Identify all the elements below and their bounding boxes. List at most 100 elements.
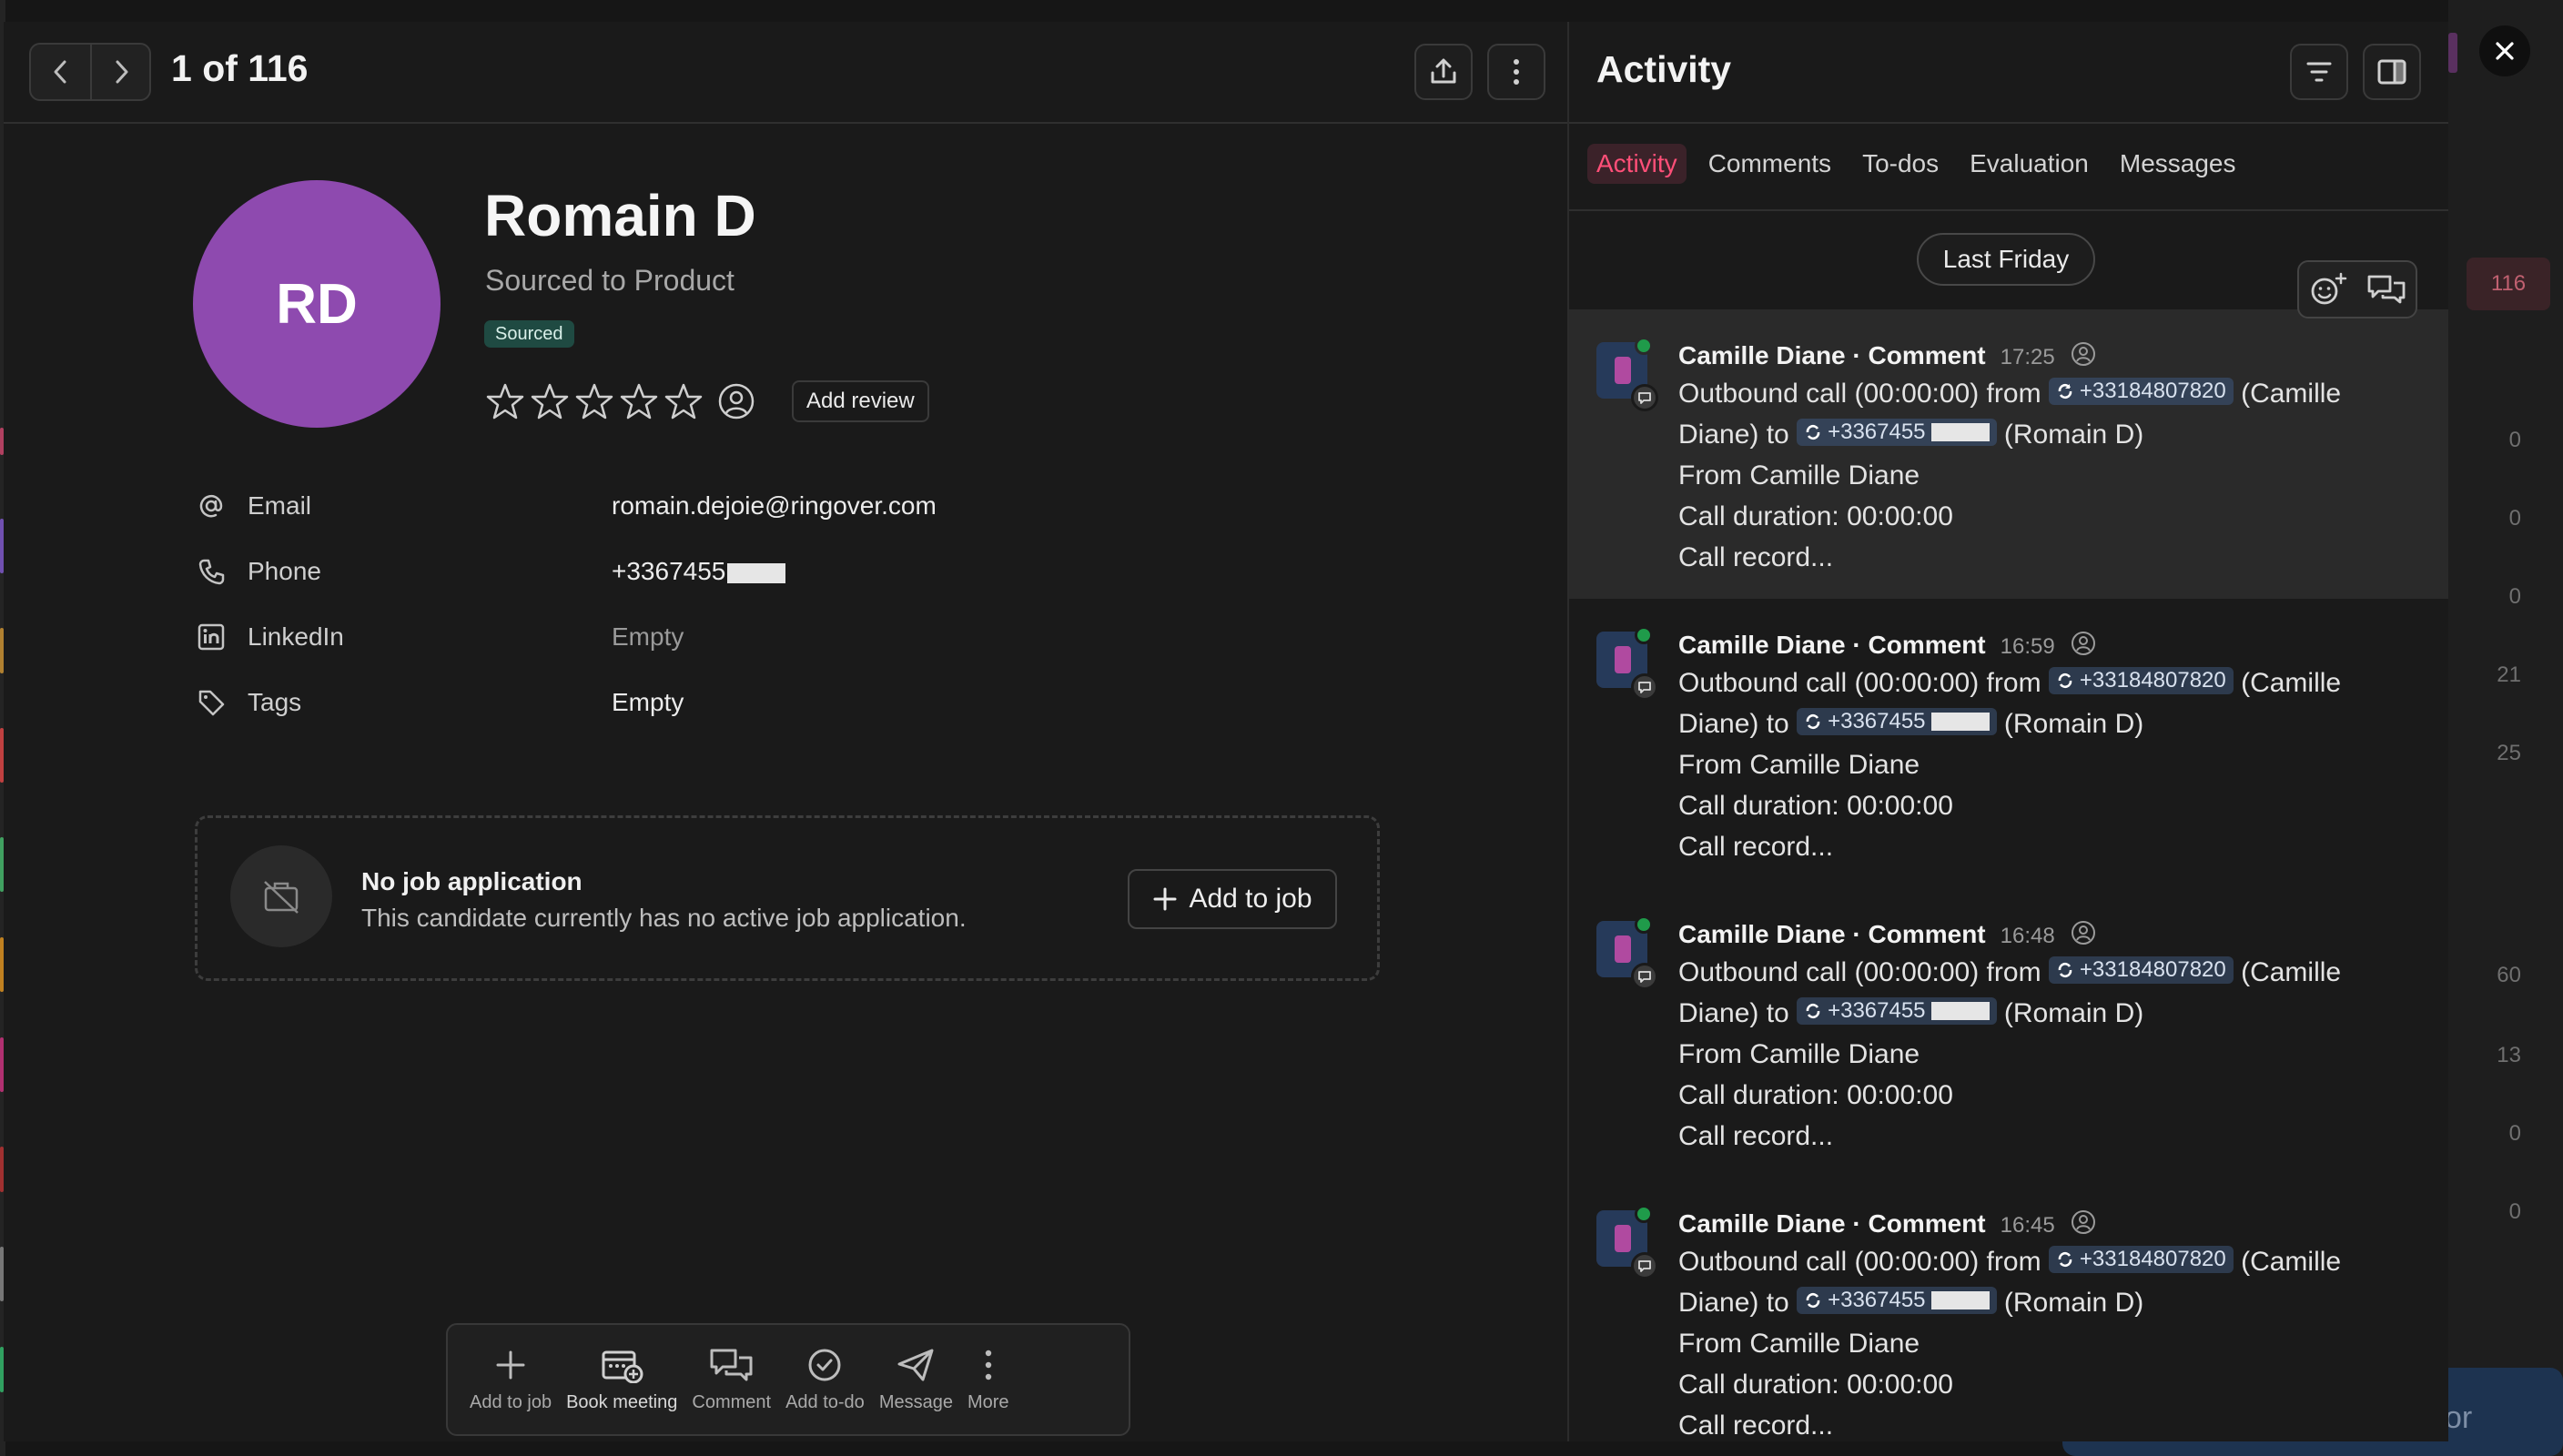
previous-button[interactable] bbox=[31, 45, 90, 99]
star-icon[interactable] bbox=[663, 380, 704, 422]
toolbar-label: Book meeting bbox=[566, 1391, 678, 1412]
toolbar-message[interactable]: Message bbox=[872, 1334, 960, 1425]
sync-icon bbox=[2058, 962, 2072, 978]
more-options-button[interactable] bbox=[1487, 44, 1545, 100]
star-icon[interactable] bbox=[484, 380, 526, 422]
job-empty-description: This candidate currently has no active j… bbox=[361, 904, 967, 932]
tab-comments[interactable]: Comments bbox=[1699, 144, 1840, 184]
phone-icon bbox=[197, 557, 229, 586]
toolbar-book-meeting[interactable]: Book meeting bbox=[559, 1334, 684, 1425]
visibility-icon bbox=[2071, 921, 2095, 945]
toggle-panel-button[interactable] bbox=[2363, 44, 2421, 100]
record-navigation bbox=[29, 43, 151, 101]
phone-chip[interactable]: +33184807820 bbox=[2048, 956, 2234, 984]
toolbar-comment[interactable]: Comment bbox=[684, 1334, 778, 1425]
visibility-icon bbox=[2071, 342, 2095, 366]
author-avatar bbox=[1596, 626, 1658, 701]
field-label: Phone bbox=[248, 557, 321, 585]
toolbar-add-todo[interactable]: Add to-do bbox=[778, 1334, 872, 1425]
entry-body: Outbound call (00:00:00) from +331848078… bbox=[1678, 1246, 2342, 1441]
phone-chip[interactable]: +3367455 bbox=[1797, 708, 1997, 735]
star-icon[interactable] bbox=[618, 380, 660, 422]
sync-icon bbox=[1806, 1003, 1820, 1019]
activity-entry[interactable]: Camille Diane · Comment 16:48 Outbound c… bbox=[1569, 888, 2448, 1178]
phone-chip[interactable]: +33184807820 bbox=[2048, 667, 2234, 694]
plus-icon bbox=[496, 1350, 525, 1379]
toolbar-more[interactable]: More bbox=[960, 1334, 1017, 1425]
linkedin-icon bbox=[197, 622, 229, 652]
field-tags: Tags Empty bbox=[197, 684, 1471, 721]
author-avatar bbox=[1596, 915, 1658, 990]
online-indicator bbox=[1635, 1205, 1653, 1223]
background-number: 0 bbox=[2508, 584, 2521, 609]
activity-entry[interactable]: Camille Diane · Comment 16:45 Outbound c… bbox=[1569, 1178, 2448, 1441]
star-icon[interactable] bbox=[573, 380, 615, 422]
phone-chip[interactable]: +3367455 bbox=[1797, 1287, 1997, 1314]
share-button[interactable] bbox=[1414, 44, 1473, 100]
close-button[interactable] bbox=[2479, 25, 2530, 76]
activity-entry[interactable]: Camille Diane · Comment 16:59 Outbound c… bbox=[1569, 599, 2448, 888]
tags-value[interactable]: Empty bbox=[612, 688, 684, 717]
record-counter: 1 of 116 bbox=[171, 47, 309, 89]
tab-activity[interactable]: Activity bbox=[1587, 144, 1687, 184]
star-icon[interactable] bbox=[529, 380, 571, 422]
rating-stars bbox=[484, 380, 764, 422]
toolbar-label: Add to job bbox=[470, 1391, 552, 1412]
chevron-left-icon bbox=[54, 60, 66, 84]
job-empty-title: No job application bbox=[361, 867, 582, 895]
filter-button[interactable] bbox=[2290, 44, 2348, 100]
sync-icon bbox=[2058, 672, 2072, 689]
add-review-button[interactable]: Add review bbox=[792, 380, 929, 422]
activity-title: Activity bbox=[1596, 48, 1732, 90]
sync-icon bbox=[2058, 383, 2072, 399]
tabs-divider bbox=[1569, 209, 2448, 211]
send-icon bbox=[897, 1349, 934, 1380]
entry-time: 16:48 bbox=[2000, 924, 2055, 948]
more-vertical-icon bbox=[1514, 59, 1519, 85]
entry-body: Outbound call (00:00:00) from +331848078… bbox=[1678, 956, 2342, 1151]
entry-author: Camille Diane · Comment bbox=[1678, 631, 1986, 659]
toolbar-label: Comment bbox=[692, 1391, 772, 1412]
filter-icon bbox=[2306, 62, 2332, 82]
background-number: 21 bbox=[2497, 662, 2521, 687]
field-label: LinkedIn bbox=[248, 622, 344, 651]
linkedin-value[interactable]: Empty bbox=[612, 622, 684, 652]
entry-time: 16:45 bbox=[2000, 1213, 2055, 1238]
toolbar-label: More bbox=[967, 1391, 1009, 1412]
reply-button[interactable] bbox=[2366, 271, 2406, 308]
tab-messages[interactable]: Messages bbox=[2111, 144, 2245, 184]
tab-todos[interactable]: To-dos bbox=[1853, 144, 1948, 184]
entry-body: Outbound call (00:00:00) from +331848078… bbox=[1678, 378, 2342, 572]
comment-type-icon bbox=[1631, 384, 1658, 411]
online-indicator bbox=[1635, 337, 1653, 355]
email-value[interactable]: romain.dejoie@ringover.com bbox=[612, 491, 937, 521]
field-phone: Phone +3367455 bbox=[197, 553, 1471, 590]
toolbar-label: Add to-do bbox=[785, 1391, 865, 1412]
tag-icon bbox=[197, 688, 229, 717]
phone-chip[interactable]: +33184807820 bbox=[2048, 378, 2234, 405]
background-number: 0 bbox=[2508, 428, 2521, 452]
phone-chip[interactable]: +3367455 bbox=[1797, 997, 1997, 1025]
tab-evaluation[interactable]: Evaluation bbox=[1960, 144, 2098, 184]
activity-entry[interactable]: Camille Diane · Comment 17:25 Outbound c… bbox=[1569, 309, 2448, 599]
toolbar-add-to-job[interactable]: Add to job bbox=[462, 1334, 559, 1425]
phone-chip[interactable]: +3367455 bbox=[1797, 419, 1997, 446]
add-reaction-button[interactable] bbox=[2308, 271, 2348, 308]
sync-icon bbox=[1806, 424, 1820, 440]
plus-icon bbox=[1153, 887, 1177, 911]
candidate-subtitle: Sourced to Product bbox=[485, 264, 734, 297]
phone-chip[interactable]: +33184807820 bbox=[2048, 1246, 2234, 1273]
avatar: RD bbox=[193, 180, 441, 428]
activity-tabs: Activity Comments To-dos Evaluation Mess… bbox=[1587, 144, 2245, 184]
entry-time: 17:25 bbox=[2000, 345, 2055, 369]
phone-value[interactable]: +3367455 bbox=[612, 557, 786, 586]
background-count-badge: 116 bbox=[2467, 258, 2550, 310]
action-toolbar: Add to job Book meeting Comment Add to-d… bbox=[446, 1323, 1130, 1436]
background-number: 13 bbox=[2497, 1043, 2521, 1067]
add-to-job-button[interactable]: Add to job bbox=[1128, 869, 1337, 929]
briefcase-off-icon bbox=[230, 845, 332, 947]
visibility-icon bbox=[2071, 632, 2095, 655]
close-icon bbox=[2496, 42, 2514, 60]
online-indicator bbox=[1635, 626, 1653, 644]
next-button[interactable] bbox=[90, 45, 149, 99]
